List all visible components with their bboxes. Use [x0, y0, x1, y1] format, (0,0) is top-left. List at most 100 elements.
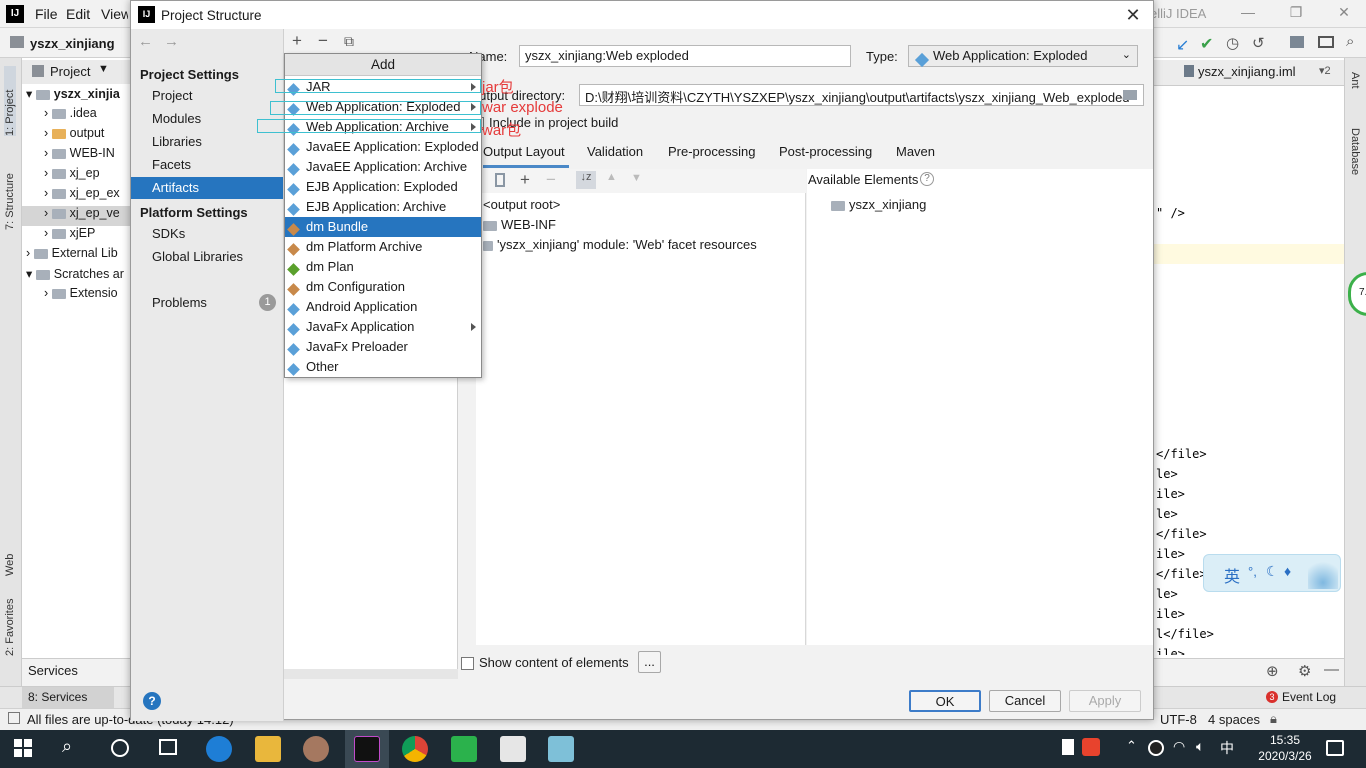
tool-database[interactable]: Database [1349, 128, 1361, 198]
ellipsis-button[interactable]: ... [638, 651, 661, 673]
popup-item[interactable]: dm Bundle [285, 217, 481, 237]
nav-item-sdks[interactable]: SDKs [131, 223, 283, 245]
popup-item[interactable]: JavaFx Preloader [285, 337, 481, 357]
help-icon[interactable]: ? [143, 692, 161, 710]
minimize-icon[interactable]: — [1238, 4, 1258, 24]
popup-item[interactable]: EJB Application: Exploded [285, 177, 481, 197]
ime-language-label[interactable]: 英 [1224, 563, 1240, 587]
wechat-icon[interactable] [451, 736, 477, 762]
tree-item[interactable]: › xj_ep [22, 166, 132, 186]
tool-web[interactable]: Web [4, 536, 16, 576]
code-line[interactable]: l</file> [1156, 627, 1214, 641]
typora-icon[interactable] [500, 736, 526, 762]
search-icon[interactable]: ⌕ [62, 736, 72, 757]
available-item[interactable]: yszx_xinjiang [831, 197, 926, 212]
create-directory-icon[interactable] [495, 173, 505, 187]
code-line[interactable]: </file> [1156, 567, 1207, 581]
qq-icon[interactable] [1148, 740, 1164, 756]
editor-tab-label[interactable]: yszx_xinjiang.iml [1198, 64, 1296, 79]
tab-list-icon[interactable]: ▾2 [1319, 64, 1331, 77]
code-line[interactable]: ile> [1156, 487, 1185, 501]
move-up-icon[interactable]: ▲ [606, 171, 617, 183]
revert-icon[interactable]: ↺ [1252, 34, 1265, 52]
tab-pre-processing[interactable]: Pre-processing [668, 144, 755, 159]
volume-icon[interactable]: 🔈︎ [1196, 738, 1204, 755]
menu-file[interactable]: File [35, 6, 58, 22]
code-line[interactable]: le> [1156, 507, 1178, 521]
layout-output-root[interactable]: <output root> [483, 197, 560, 212]
popup-item[interactable]: dm Platform Archive [285, 237, 481, 257]
code-line[interactable]: le> [1156, 587, 1178, 601]
popup-item[interactable]: EJB Application: Archive [285, 197, 481, 217]
moon-icon[interactable]: ☾ [1266, 563, 1279, 580]
add-icon[interactable]: + [287, 31, 307, 51]
tool-ant[interactable]: Ant [1349, 72, 1361, 102]
services-tab[interactable]: 8: Services [22, 687, 114, 708]
browse-folder-icon[interactable] [1123, 90, 1137, 100]
popup-item[interactable]: JavaEE Application: Archive [285, 157, 481, 177]
project-view-label[interactable]: Project [50, 64, 90, 79]
event-log-button[interactable]: Event Log [1282, 690, 1336, 704]
commit-icon[interactable]: ✔ [1200, 34, 1213, 54]
update-icon[interactable]: ↙ [1176, 35, 1189, 55]
tab-validation[interactable]: Validation [587, 144, 643, 159]
tool-project[interactable]: 1: Project [4, 66, 16, 136]
code-line[interactable]: le> [1156, 467, 1178, 481]
ok-button[interactable]: OK [909, 690, 981, 712]
chrome-icon[interactable] [402, 736, 428, 762]
encoding-indicator[interactable]: UTF-8 [1160, 712, 1197, 727]
network-icon[interactable]: ◠ [1173, 738, 1185, 755]
punctuation-icon[interactable]: °, [1248, 564, 1257, 579]
tab-maven[interactable]: Maven [896, 144, 935, 159]
intellij-taskbar-icon[interactable] [354, 736, 380, 762]
tree-item[interactable]: › Extensio [22, 286, 132, 306]
skin-icon[interactable]: ♦ [1284, 563, 1291, 579]
horizontal-scrollbar[interactable] [284, 669, 458, 679]
add-copy-of-icon[interactable]: + [520, 170, 530, 190]
task-view-icon[interactable] [159, 739, 177, 755]
remove-element-icon[interactable]: − [546, 170, 556, 190]
tree-item[interactable]: › xj_ep_ve [22, 206, 132, 226]
chevron-down-icon[interactable]: ▼ [98, 63, 109, 75]
file-explorer-icon[interactable] [255, 736, 281, 762]
tree-item[interactable]: › xj_ep_ex [22, 186, 132, 206]
tree-item[interactable]: › output [22, 126, 132, 146]
code-line[interactable]: </file> [1156, 527, 1207, 541]
edge-icon[interactable] [206, 736, 232, 762]
popup-item[interactable]: JavaFx Application [285, 317, 481, 337]
history-icon[interactable]: ◷ [1226, 34, 1239, 52]
popup-item[interactable]: Other [285, 357, 481, 377]
remove-icon[interactable]: − [313, 31, 333, 51]
gear-icon[interactable]: ⚙ [1298, 662, 1311, 680]
sogou-icon[interactable] [1082, 738, 1100, 756]
tab-post-processing[interactable]: Post-processing [779, 144, 872, 159]
search-everywhere-icon[interactable]: ⌕ [1346, 33, 1354, 50]
tree-item[interactable]: ▾ yszx_xinjia [22, 86, 132, 106]
code-line[interactable]: ile> [1156, 647, 1185, 655]
popup-item[interactable]: dm Plan [285, 257, 481, 277]
menu-view[interactable]: View [101, 6, 128, 22]
nav-item-global-libraries[interactable]: Global Libraries [131, 246, 283, 268]
tree-item[interactable]: › .idea [22, 106, 132, 126]
notes-icon[interactable] [548, 736, 574, 762]
maximize-icon[interactable]: ❐ [1286, 4, 1306, 24]
tree-item[interactable]: › xjEP [22, 226, 132, 246]
back-arrow-icon[interactable]: ← [138, 33, 153, 50]
lock-icon[interactable]: 🔒︎ [1270, 711, 1277, 727]
tool-structure[interactable]: 7: Structure [4, 150, 16, 230]
code-line[interactable]: ile> [1156, 607, 1185, 621]
nav-item-facets[interactable]: Facets [131, 154, 283, 176]
tab-output-layout[interactable]: Output Layout [483, 144, 565, 159]
type-select[interactable]: Web Application: Exploded ⌄ [908, 45, 1138, 67]
nav-item-libraries[interactable]: Libraries [131, 131, 283, 153]
tool-favorites[interactable]: 2: Favorites [4, 596, 16, 656]
forward-arrow-icon[interactable]: → [164, 33, 179, 50]
name-field[interactable]: yszx_xinjiang:Web exploded [519, 45, 851, 67]
input-method-icon[interactable]: 中 [1220, 738, 1234, 758]
apply-button[interactable]: Apply [1069, 690, 1141, 712]
popup-item[interactable]: Android Application [285, 297, 481, 317]
cancel-button[interactable]: Cancel [989, 690, 1061, 712]
clock[interactable]: 15:35 2020/3/26 [1250, 732, 1320, 764]
code-line[interactable]: ile> [1156, 547, 1185, 561]
move-down-icon[interactable]: ▼ [631, 172, 642, 184]
